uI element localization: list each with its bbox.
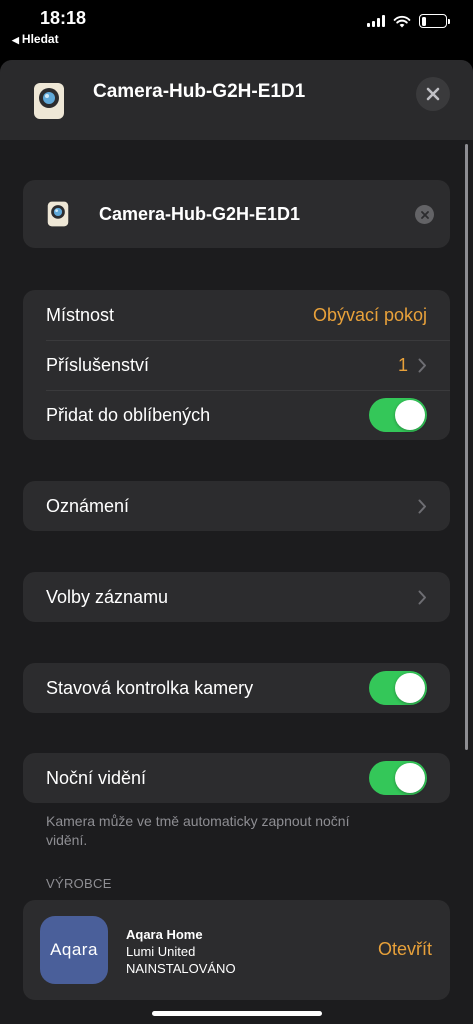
sheet-title: Camera-Hub-G2H-E1D1 <box>93 81 306 102</box>
close-icon <box>426 87 440 101</box>
manufacturer-section-header: VÝROBCE <box>46 876 112 891</box>
toggle-knob <box>395 673 425 703</box>
camera-hub-icon <box>30 81 68 126</box>
accessory-name-field[interactable]: Camera-Hub-G2H-E1D1 <box>23 180 450 248</box>
favorites-toggle[interactable] <box>369 398 427 432</box>
manufacturer-app-card: Aqara Aqara Home Lumi United NAINSTALOVÁ… <box>23 900 450 1000</box>
chevron-right-icon <box>418 499 426 513</box>
chevron-right-icon <box>418 590 426 604</box>
favorites-label: Přidat do oblíbených <box>46 404 211 425</box>
app-name: Aqara Home <box>126 927 203 942</box>
room-label: Místnost <box>46 304 115 325</box>
home-indicator[interactable] <box>152 1011 322 1016</box>
night-vision-row: Noční vidění <box>23 753 450 803</box>
close-button[interactable] <box>416 77 450 111</box>
status-light-row: Stavová kontrolka kamery <box>23 663 450 713</box>
status-icons <box>367 14 450 28</box>
night-vision-label: Noční vidění <box>46 767 147 788</box>
night-vision-group: Noční vidění <box>23 753 450 803</box>
app-developer: Lumi United <box>126 944 196 959</box>
scroll-indicator[interactable] <box>465 144 468 750</box>
cellular-signal-icon <box>367 15 385 27</box>
night-vision-footnote: Kamera může ve tmě automaticky zapnout n… <box>46 813 350 848</box>
recording-options-label: Volby záznamu <box>46 586 169 607</box>
battery-icon <box>419 14 450 28</box>
notifications-group: Oznámení <box>23 481 450 531</box>
open-app-button[interactable]: Otevřít <box>378 939 432 960</box>
sheet-header: Camera-Hub-G2H-E1D1 <box>0 60 473 140</box>
status-light-label: Stavová kontrolka kamery <box>46 677 254 698</box>
favorites-row: Přidat do oblíbených <box>23 390 450 440</box>
toggle-knob <box>395 400 425 430</box>
status-time: 18:18 <box>40 8 87 28</box>
aqara-app-icon: Aqara <box>40 916 108 984</box>
recording-options-group: Volby záznamu <box>23 572 450 622</box>
notifications-label: Oznámení <box>46 495 130 516</box>
accessories-label: Příslušenství <box>46 354 150 375</box>
notifications-row[interactable]: Oznámení <box>23 481 450 531</box>
camera-hub-small-icon <box>45 200 71 233</box>
app-install-state: NAINSTALOVÁNO <box>126 961 236 976</box>
clear-name-button[interactable] <box>415 205 434 224</box>
accessory-settings-sheet: Camera-Hub-G2H-E1D1 Camera-Hub-G2H-E1D1 <box>0 60 473 1024</box>
accessory-name-value[interactable]: Camera-Hub-G2H-E1D1 <box>99 204 300 225</box>
status-light-group: Stavová kontrolka kamery <box>23 663 450 713</box>
back-app-label: Hledat <box>21 32 59 46</box>
back-to-app-link[interactable]: ◀ Hledat <box>12 32 59 46</box>
toggle-knob <box>395 763 425 793</box>
room-settings-group: Místnost Obývací pokoj Příslušenství 1 P… <box>23 290 450 440</box>
accessories-count: 1 <box>397 354 408 375</box>
status-bar: 18:18 ◀ Hledat <box>0 0 473 56</box>
chevron-right-icon <box>418 358 426 372</box>
battery-level <box>421 16 426 26</box>
accessories-row[interactable]: Příslušenství 1 <box>23 340 450 390</box>
night-vision-toggle[interactable] <box>369 761 427 795</box>
room-value: Obývací pokoj <box>312 304 427 325</box>
wifi-icon <box>393 15 411 27</box>
back-triangle-icon: ◀ <box>12 35 19 45</box>
recording-options-row[interactable]: Volby záznamu <box>23 572 450 622</box>
status-light-toggle[interactable] <box>369 671 427 705</box>
clear-icon <box>420 210 429 219</box>
room-row[interactable]: Místnost Obývací pokoj <box>23 290 450 340</box>
